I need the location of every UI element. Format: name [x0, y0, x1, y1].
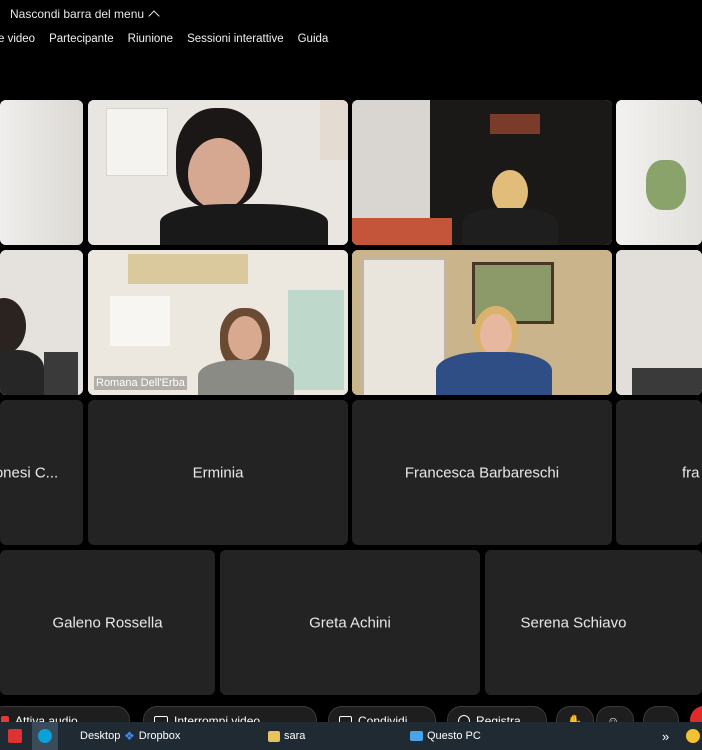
books [490, 114, 540, 134]
drawer-unit [288, 290, 344, 390]
participant-name: onesi C... [0, 464, 59, 481]
participant-name: Galeno Rossella [52, 614, 163, 631]
video-tile[interactable] [0, 100, 83, 245]
windows-taskbar: Desktop ❖ Dropbox sara Questo PC » [0, 722, 702, 750]
video-feed [88, 100, 348, 245]
folder-icon [268, 730, 280, 742]
wall-poster [106, 108, 168, 176]
video-feed [352, 100, 612, 245]
person-body [0, 350, 44, 395]
menu-help[interactable]: Guida [298, 33, 329, 49]
this-pc-label: Questo PC [427, 730, 481, 742]
participant-tile[interactable]: Erminia [88, 400, 348, 545]
meeting-topbar: Nascondi barra del menu [0, 0, 702, 28]
webex-icon [38, 729, 52, 743]
participant-name-label: Romana Dell'Erba [94, 376, 187, 390]
video-tile[interactable] [352, 100, 612, 245]
desk [352, 218, 452, 245]
video-feed [0, 250, 83, 395]
overflow-label: » [662, 728, 670, 744]
desk-object [632, 368, 702, 395]
menu-video[interactable]: e video [0, 33, 35, 49]
person-body [436, 352, 552, 395]
door [362, 258, 446, 395]
video-feed [616, 100, 702, 245]
person-hair [0, 298, 26, 354]
dropbox-label: Dropbox [138, 730, 181, 742]
video-feed [0, 100, 83, 245]
person-face [228, 316, 262, 360]
video-tile[interactable] [616, 100, 702, 245]
menu-interactive-sessions[interactable]: Sessioni interattive [187, 33, 284, 49]
participant-tile[interactable]: Serena Schiavo [485, 550, 702, 695]
printer [110, 296, 170, 346]
participant-name: Serena Schiavo [520, 614, 627, 631]
participant-name: Erminia [192, 464, 244, 481]
video-feed [616, 250, 702, 395]
participant-tile[interactable]: Francesca Barbareschi [352, 400, 612, 545]
wall-notes [128, 254, 248, 284]
video-tile-active-speaker[interactable]: Romana Dell'Erba [88, 250, 348, 395]
participant-tile[interactable]: onesi C... [0, 400, 83, 545]
sara-label: sara [284, 730, 306, 742]
hide-menu-label: Nascondi barra del menu [10, 7, 145, 21]
video-tile[interactable] [0, 250, 83, 395]
taskbar-folder-sara[interactable]: sara [268, 722, 305, 750]
wall-poster [320, 100, 348, 160]
taskbar-webex-app[interactable] [32, 722, 58, 750]
hide-menu-toggle[interactable]: Nascondi barra del menu [10, 7, 160, 22]
video-feed [88, 250, 348, 395]
taskbar-weather[interactable] [686, 722, 700, 750]
participant-name: Francesca Barbareschi [404, 464, 560, 481]
person-face [188, 138, 250, 210]
menu-bar: e video Partecipante Riunione Sessioni i… [0, 33, 328, 49]
computer-icon [410, 731, 423, 741]
participant-name: Greta Achini [309, 614, 391, 631]
video-tile[interactable] [352, 250, 612, 395]
participant-tile[interactable]: Galeno Rossella [0, 550, 215, 695]
taskbar-pdf-app[interactable] [8, 722, 22, 750]
participant-name: fra [682, 464, 700, 481]
menu-participant[interactable]: Partecipante [49, 33, 114, 49]
person-body [160, 204, 328, 245]
chevron-up-icon [148, 10, 160, 22]
participant-tile[interactable]: Greta Achini [220, 550, 480, 695]
dropbox-icon: ❖ [124, 729, 135, 743]
sun-icon [686, 729, 700, 743]
video-tile[interactable] [88, 100, 348, 245]
taskbar-desktop[interactable]: Desktop [80, 722, 120, 750]
menu-meeting[interactable]: Riunione [128, 33, 173, 49]
chair [44, 352, 78, 395]
participant-tile[interactable]: fra [616, 400, 702, 545]
taskbar-this-pc[interactable]: Questo PC [410, 722, 481, 750]
plant [646, 160, 686, 210]
person-body [198, 360, 294, 395]
person-body [462, 208, 558, 245]
person-face [480, 314, 512, 356]
video-feed [352, 250, 612, 395]
taskbar-overflow[interactable]: » [662, 722, 669, 750]
desktop-label: Desktop [80, 730, 121, 742]
pdf-icon [8, 729, 22, 743]
taskbar-dropbox[interactable]: ❖ Dropbox [124, 722, 180, 750]
video-tile[interactable] [616, 250, 702, 395]
